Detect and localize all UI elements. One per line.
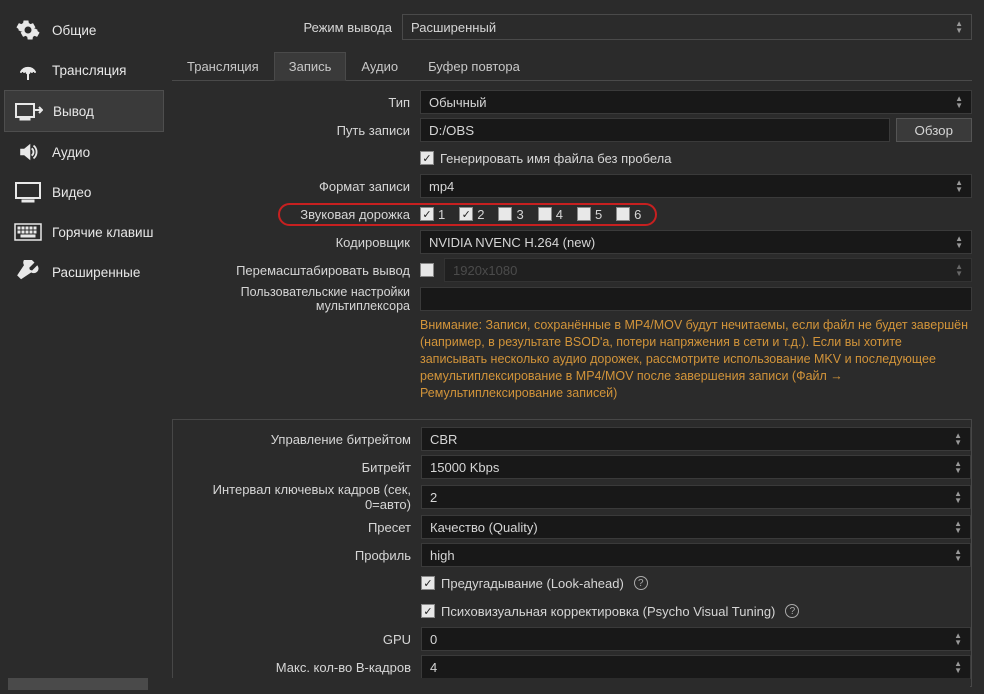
record-form: Тип Обычный ▲▼ Путь записи Обзор	[172, 89, 972, 401]
track-3-checkbox[interactable]	[498, 207, 512, 221]
bframes-spinbox[interactable]: 4 ▲▼	[421, 655, 971, 679]
bframes-label: Макс. кол-во B-кадров	[173, 660, 421, 675]
preset-select[interactable]: Качество (Quality) ▲▼	[421, 515, 971, 539]
monitor-icon	[14, 180, 42, 204]
rescale-select[interactable]: 1920x1080 ▲▼	[444, 258, 972, 282]
help-icon[interactable]: ?	[785, 604, 799, 618]
scrollbar-thumb[interactable]	[8, 678, 148, 690]
app-root: Общие Трансляция Вывод Аудио Видео Горяч…	[0, 0, 984, 694]
sidebar-scrollbar[interactable]	[4, 678, 970, 690]
output-mode-select[interactable]: Расширенный ▲▼	[402, 14, 972, 40]
track-4-checkbox[interactable]	[538, 207, 552, 221]
format-label: Формат записи	[172, 179, 420, 194]
sidebar-label: Аудио	[52, 145, 90, 160]
gen-filename-label: Генерировать имя файла без пробела	[440, 151, 672, 166]
preset-label: Пресет	[173, 520, 421, 535]
track-5-checkbox[interactable]	[577, 207, 591, 221]
output-mode-row: Режим вывода Расширенный ▲▼	[172, 8, 972, 52]
encoder-select[interactable]: NVIDIA NVENC H.264 (new) ▲▼	[420, 230, 972, 254]
rescale-checkbox[interactable]	[420, 263, 434, 277]
mux-label: Пользовательские настройки мультиплексор…	[172, 285, 420, 313]
chevron-updown-icon: ▲▼	[955, 263, 963, 277]
output-tabs: Трансляция Запись Аудио Буфер повтора	[172, 52, 972, 81]
keyboard-icon	[14, 220, 42, 244]
sidebar-label: Трансляция	[52, 63, 126, 78]
path-label: Путь записи	[172, 123, 420, 138]
broadcast-icon	[14, 58, 42, 82]
output-icon	[15, 99, 43, 123]
track-6-checkbox[interactable]	[616, 207, 630, 221]
tab-record[interactable]: Запись	[274, 52, 347, 81]
sidebar-item-stream[interactable]: Трансляция	[4, 50, 164, 90]
path-input[interactable]	[420, 118, 890, 142]
tab-audio[interactable]: Аудио	[346, 52, 413, 80]
rc-label: Управление битрейтом	[173, 432, 421, 447]
keyint-spinbox[interactable]: 2 ▲▼	[421, 485, 971, 509]
sidebar-label: Горячие клавиш	[52, 225, 153, 240]
encoder-label: Кодировщик	[172, 235, 420, 250]
profile-label: Профиль	[173, 548, 421, 563]
psycho-label: Психовизуальная корректировка (Psycho Vi…	[441, 604, 775, 619]
tracks-label: Звуковая дорожка	[172, 207, 420, 222]
tab-stream[interactable]: Трансляция	[172, 52, 274, 80]
chevron-updown-icon: ▲▼	[955, 20, 963, 34]
tools-icon	[14, 260, 42, 284]
rc-select[interactable]: CBR ▲▼	[421, 427, 971, 451]
chevron-updown-icon: ▲▼	[954, 632, 962, 646]
bitrate-spinbox[interactable]: 15000 Kbps ▲▼	[421, 455, 971, 479]
track-1-checkbox[interactable]: ✓	[420, 207, 434, 221]
profile-select[interactable]: high ▲▼	[421, 543, 971, 567]
sidebar-item-audio[interactable]: Аудио	[4, 132, 164, 172]
rescale-label: Перемасштабировать вывод	[172, 263, 420, 278]
sidebar-item-advanced[interactable]: Расширенные	[4, 252, 164, 292]
output-mode-label: Режим вывода	[222, 20, 402, 35]
keyint-label: Интервал ключевых кадров (сек, 0=авто)	[173, 482, 421, 512]
tab-replay[interactable]: Буфер повтора	[413, 52, 535, 80]
type-select[interactable]: Обычный ▲▼	[420, 90, 972, 114]
track-2-checkbox[interactable]: ✓	[459, 207, 473, 221]
sidebar-label: Общие	[52, 23, 96, 38]
main-panel: Режим вывода Расширенный ▲▼ Трансляция З…	[164, 4, 980, 690]
chevron-updown-icon: ▲▼	[954, 490, 962, 504]
gpu-spinbox[interactable]: 0 ▲▼	[421, 627, 971, 651]
lookahead-checkbox[interactable]: ✓	[421, 576, 435, 590]
mux-input[interactable]	[420, 287, 972, 311]
speaker-icon	[14, 140, 42, 164]
sidebar-label: Расширенные	[52, 265, 140, 280]
format-select[interactable]: mp4 ▲▼	[420, 174, 972, 198]
sidebar-label: Видео	[52, 185, 91, 200]
browse-button[interactable]: Обзор	[896, 118, 973, 142]
chevron-updown-icon: ▲▼	[954, 660, 962, 674]
gpu-label: GPU	[173, 632, 421, 647]
sidebar-item-hotkeys[interactable]: Горячие клавиш	[4, 212, 164, 252]
chevron-updown-icon: ▲▼	[954, 460, 962, 474]
sidebar: Общие Трансляция Вывод Аудио Видео Горяч…	[4, 4, 164, 690]
encoder-settings-panel: Управление битрейтом CBR ▲▼ Битрейт 1500…	[172, 419, 972, 687]
chevron-updown-icon: ▲▼	[954, 548, 962, 562]
bitrate-label: Битрейт	[173, 460, 421, 475]
psycho-checkbox[interactable]: ✓	[421, 604, 435, 618]
chevron-updown-icon: ▲▼	[954, 432, 962, 446]
type-label: Тип	[172, 95, 420, 110]
gear-icon	[14, 18, 42, 42]
chevron-updown-icon: ▲▼	[955, 179, 963, 193]
help-icon[interactable]: ?	[634, 576, 648, 590]
sidebar-item-output[interactable]: Вывод	[4, 90, 164, 132]
sidebar-item-general[interactable]: Общие	[4, 10, 164, 50]
gen-filename-checkbox[interactable]: ✓	[420, 151, 434, 165]
lookahead-label: Предугадывание (Look-ahead)	[441, 576, 624, 591]
chevron-updown-icon: ▲▼	[954, 520, 962, 534]
sidebar-label: Вывод	[53, 104, 94, 119]
chevron-updown-icon: ▲▼	[955, 95, 963, 109]
chevron-updown-icon: ▲▼	[955, 235, 963, 249]
mp4-warning: Внимание: Записи, сохранённые в MP4/MOV …	[420, 315, 972, 401]
sidebar-item-video[interactable]: Видео	[4, 172, 164, 212]
